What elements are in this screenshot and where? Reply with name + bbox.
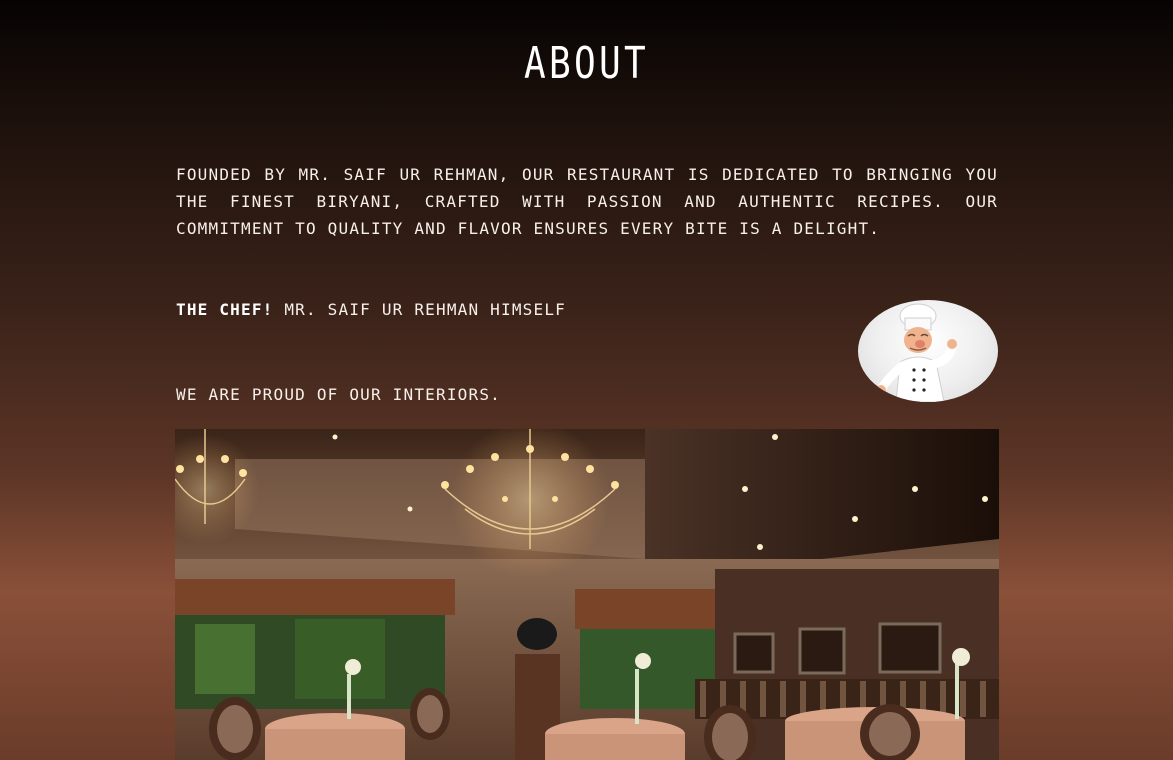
chef-label: The Chef! — [176, 300, 274, 319]
chef-avatar — [858, 300, 998, 402]
page-title: About — [523, 38, 649, 89]
chef-cartoon-icon — [876, 303, 957, 402]
interiors-text: We are proud of our interiors. — [176, 385, 501, 404]
intro-paragraph: Founded by Mr. Saif ur Rehman, our resta… — [176, 165, 998, 238]
restaurant-interior-icon — [175, 429, 999, 760]
chef-line: The Chef! Mr. Saif ur Rehman himself — [176, 300, 566, 319]
about-section: About Founded by Mr. Saif ur Rehman, our… — [0, 0, 1173, 760]
interior-photo — [175, 429, 999, 760]
chef-name: Mr. Saif ur Rehman himself — [284, 300, 566, 319]
